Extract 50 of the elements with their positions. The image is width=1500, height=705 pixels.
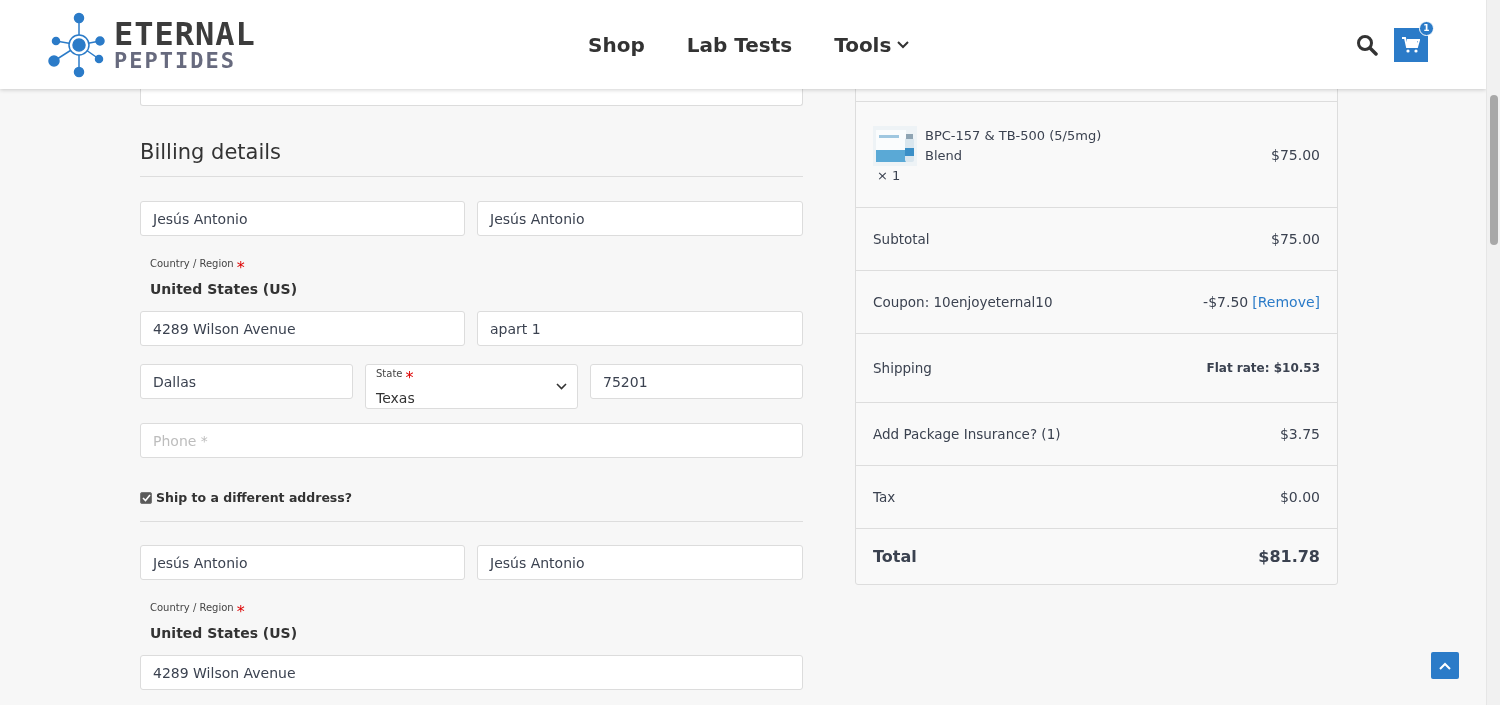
input-field[interactable]: 4289 Wilson Avenue: [140, 655, 803, 690]
field-label: Country / Region: [150, 602, 234, 615]
summary-label: Shipping: [873, 360, 932, 376]
scrollbar[interactable]: [1486, 0, 1500, 705]
field-label: Country / Region: [150, 258, 234, 271]
product-name: BPC-157 & TB-500 (5/5mg) Blend: [925, 127, 1103, 165]
input-field[interactable]: Jesús Antonio: [140, 545, 465, 580]
checkbox[interactable]: [140, 491, 152, 504]
summary-label: Subtotal: [873, 231, 930, 247]
back-to-top-button[interactable]: [1431, 652, 1459, 679]
summary-label: Total: [873, 547, 917, 566]
nav-link[interactable]: Shop: [588, 32, 645, 57]
country-value: United States (US): [150, 281, 299, 297]
cart-icon: [1402, 36, 1420, 53]
required-mark: *: [405, 367, 414, 387]
input-field[interactable]: [140, 89, 803, 106]
shipping-rate: Flat rate: $10.53: [1206, 361, 1320, 375]
price: $75.00: [1271, 146, 1320, 163]
input-field[interactable]: Dallas: [140, 364, 353, 399]
checkbox-label: Ship to a different address?: [156, 490, 352, 505]
search-icon[interactable]: [1356, 33, 1378, 56]
amount: $75.00: [1271, 231, 1320, 247]
nav-link[interactable]: Tools: [834, 32, 910, 57]
amount: $3.75: [1279, 426, 1320, 442]
section-title: Billing details: [140, 140, 803, 177]
input-field[interactable]: 75201: [590, 364, 803, 399]
summary-label: Add Package Insurance? (1): [873, 426, 1061, 442]
total-amount: $81.78: [1258, 547, 1320, 566]
summary-label: Coupon: 10enjoyeternal10: [873, 294, 1053, 310]
input-field[interactable]: Jesús Antonio: [477, 545, 803, 580]
logo-text: ETERNAL: [114, 17, 256, 50]
select-value: Texas: [376, 389, 415, 406]
chevron-up-icon: [1439, 661, 1451, 670]
discount-amount: -$7.50: [1203, 294, 1249, 310]
input-field[interactable]: Jesús Antonio: [140, 201, 465, 236]
amount: $0.00: [1279, 489, 1320, 505]
logo-text: PEPTIDES: [114, 49, 237, 72]
chevron-down-icon: [556, 383, 567, 390]
required-mark: *: [236, 602, 245, 621]
input-field[interactable]: Jesús Antonio: [477, 201, 803, 236]
input-field[interactable]: 4289 Wilson Avenue: [140, 311, 465, 346]
quantity: × 1: [876, 168, 902, 183]
required-mark: *: [236, 258, 245, 277]
field-label: State: [376, 367, 403, 381]
country-value: United States (US): [150, 625, 299, 641]
nav-link[interactable]: Lab Tests: [686, 32, 793, 57]
remove-link[interactable]: [Remove]: [1252, 294, 1320, 310]
cart-count-badge: 1: [1419, 20, 1434, 36]
input-field[interactable]: apart 1: [477, 311, 803, 346]
summary-label: Tax: [873, 489, 896, 505]
